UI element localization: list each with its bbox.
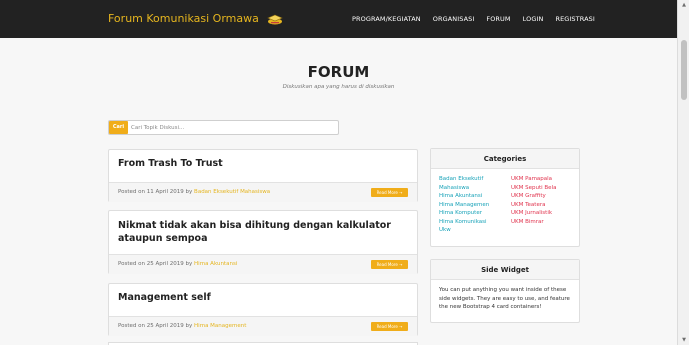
post-card: Nikmat tidak akan bisa dihitung dengan k… — [108, 210, 418, 274]
post-date: Posted on 25 April 2019 by — [118, 323, 193, 329]
brand-link[interactable]: Forum Komunikasi Ormawa — [108, 12, 284, 25]
category-link[interactable]: Badan Eksekutif — [439, 175, 489, 184]
category-link[interactable]: Ukw — [439, 226, 489, 235]
side-widget-heading: Side Widget — [431, 260, 579, 280]
read-more-button[interactable]: Read More → — [371, 260, 408, 269]
nav-program-kegiatan[interactable]: PROGRAM/KEGIATAN — [352, 15, 421, 23]
nav-forum[interactable]: FORUM — [486, 15, 510, 23]
page-scrollbar[interactable]: ▲ ▼ — [677, 0, 689, 345]
read-more-button[interactable]: Read More → — [371, 322, 408, 331]
post-date: Posted on 11 April 2019 by — [118, 189, 193, 195]
search-bar: Cari — [108, 120, 339, 135]
category-link[interactable]: Hima Komunikasi — [439, 218, 489, 227]
nav-login[interactable]: LOGIN — [523, 15, 544, 23]
side-widget-text: You can put anything you want inside of … — [439, 287, 570, 310]
category-link[interactable]: UKM Teatera — [511, 201, 556, 210]
scroll-up-arrow-icon[interactable]: ▲ — [678, 0, 689, 10]
categories-card: Categories Badan Eksekutif Mahasiswa Him… — [430, 148, 580, 247]
page-content: FORUM Diskusikan apa yang harus di disku… — [0, 38, 677, 345]
post-author-link[interactable]: Hima Management — [194, 323, 246, 329]
scroll-down-arrow-icon[interactable]: ▼ — [678, 335, 689, 345]
post-author-link[interactable]: Hima Akuntansi — [194, 261, 237, 267]
graduation-cap-icon — [267, 14, 284, 25]
scroll-thumb[interactable] — [681, 40, 687, 100]
main-nav: PROGRAM/KEGIATAN ORGANISASI FORUM LOGIN … — [352, 15, 595, 23]
nav-organisasi[interactable]: ORGANISASI — [433, 15, 475, 23]
category-link[interactable]: Hima Managemen — [439, 201, 489, 210]
category-link[interactable]: Hima Komputer — [439, 209, 489, 218]
post-footer: Posted on 11 April 2019 by Badan Eksekut… — [109, 182, 417, 202]
post-footer: Posted on 25 April 2019 by Hima Manageme… — [109, 316, 417, 336]
category-link[interactable]: UKM Jurnalistik — [511, 209, 556, 218]
category-link[interactable]: UKM Seputi Bela — [511, 184, 556, 193]
page-title: FORUM — [307, 63, 370, 81]
post-card: Management self Posted on 25 April 2019 … — [108, 283, 418, 336]
post-date: Posted on 25 April 2019 by — [118, 261, 193, 267]
category-link[interactable]: Mahasiswa — [439, 184, 489, 193]
post-meta: Posted on 25 April 2019 by Hima Akuntans… — [118, 261, 237, 267]
top-navbar: Forum Komunikasi Ormawa PROGRAM/KEGIATAN… — [0, 0, 677, 38]
brand-name: Forum Komunikasi Ormawa — [108, 12, 259, 25]
category-link[interactable]: Hima Akuntansi — [439, 192, 489, 201]
categories-heading: Categories — [431, 149, 579, 169]
category-link[interactable]: UKM Pamapala — [511, 175, 556, 184]
read-more-button[interactable]: Read More → — [371, 188, 408, 197]
post-footer: Posted on 25 April 2019 by Hima Akuntans… — [109, 254, 417, 274]
post-meta: Posted on 11 April 2019 by Badan Eksekut… — [118, 189, 270, 195]
search-input[interactable] — [131, 122, 331, 133]
side-widget-card: Side Widget You can put anything you wan… — [430, 259, 580, 323]
page-subtitle: Diskusikan apa yang harus di diskusikan — [282, 84, 395, 90]
categories-list-left: Badan Eksekutif Mahasiswa Hima Akuntansi… — [439, 175, 489, 235]
search-button[interactable]: Cari — [109, 121, 128, 134]
post-title[interactable]: From Trash To Trust — [118, 157, 223, 170]
post-author-link[interactable]: Badan Eksekutif Mahasiswa — [194, 189, 270, 195]
categories-list-right: UKM Pamapala UKM Seputi Bela UKM Graffit… — [511, 175, 556, 226]
category-link[interactable]: UKM Graffity — [511, 192, 556, 201]
post-title[interactable]: Management self — [118, 291, 211, 304]
post-meta: Posted on 25 April 2019 by Hima Manageme… — [118, 323, 246, 329]
nav-registrasi[interactable]: REGISTRASI — [555, 15, 594, 23]
post-card: From Trash To Trust Posted on 11 April 2… — [108, 149, 418, 202]
category-link[interactable]: UKM Bimrar — [511, 218, 556, 227]
post-title[interactable]: Nikmat tidak akan bisa dihitung dengan k… — [118, 219, 408, 245]
